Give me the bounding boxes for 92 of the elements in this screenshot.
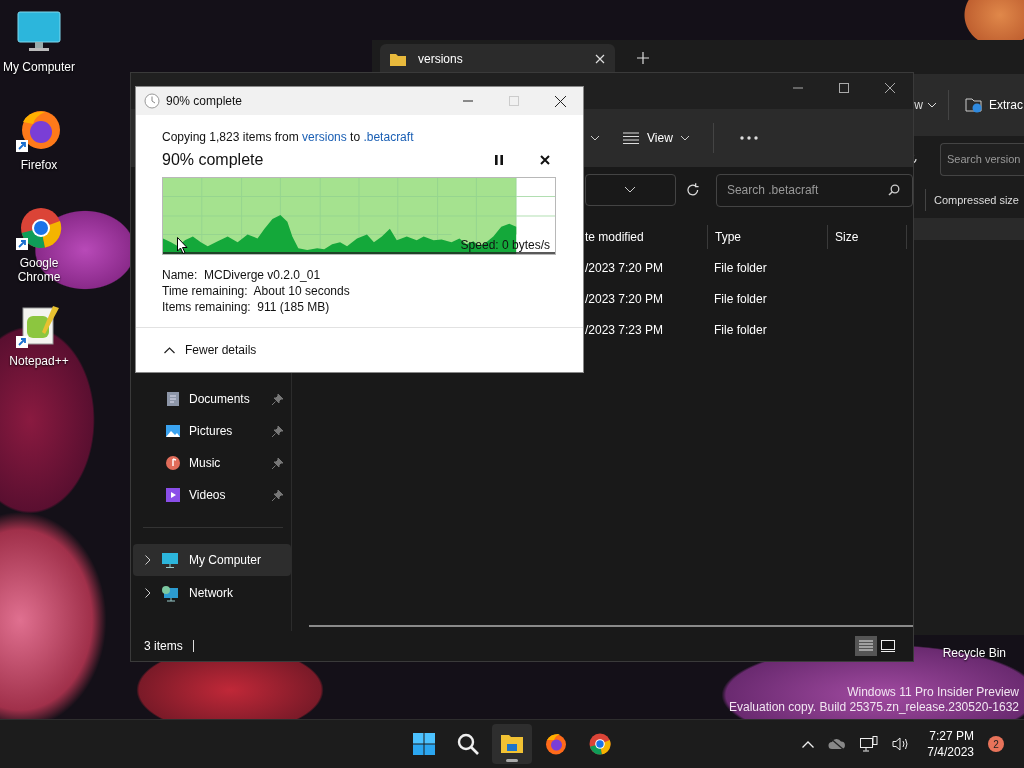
- clock-icon: [144, 93, 160, 109]
- chevron-up-icon[interactable]: [802, 740, 815, 748]
- watermark-text: Windows 11 Pro Insider Preview: [847, 685, 1019, 700]
- desktop-icon-label: My Computer: [3, 60, 75, 74]
- table-cell-text: File folder: [713, 322, 768, 337]
- sidebar-item[interactable]: Music: [133, 447, 291, 479]
- search-field[interactable]: Search version: [940, 142, 1024, 176]
- volume-icon[interactable]: [892, 737, 910, 751]
- video-icon: [165, 487, 181, 503]
- plus-icon[interactable]: [637, 52, 649, 64]
- pin-icon[interactable]: [272, 393, 283, 405]
- watermark-text: Evaluation copy. Build 25375.zn_release.230520-1632: [729, 700, 1019, 715]
- folder-icon: [390, 52, 406, 66]
- window-title: 90% complete: [166, 94, 243, 108]
- table-cell-text: File folder: [713, 291, 768, 306]
- preview-pane-icon: [881, 640, 895, 652]
- view-button[interactable]: View: [619, 127, 693, 149]
- desktop-icon-label: Google Chrome: [16, 256, 62, 284]
- destination-link[interactable]: .betacraft: [363, 130, 414, 144]
- cloud-off-icon[interactable]: [828, 738, 847, 750]
- column-header[interactable]: te modified: [585, 229, 707, 244]
- clock-time[interactable]: 7:27 PM: [929, 728, 974, 744]
- more-icon[interactable]: [739, 136, 758, 140]
- table-cell-text: /2023 7:20 PM: [585, 291, 665, 306]
- maximize-icon: [509, 96, 519, 106]
- pin-icon[interactable]: [272, 425, 283, 437]
- search-icon: [456, 732, 480, 756]
- sidebar-item[interactable]: Pictures: [133, 415, 291, 447]
- column-header[interactable]: Compressed size: [934, 194, 1019, 206]
- document-icon: [165, 391, 181, 407]
- maximize-icon: [839, 83, 849, 93]
- detail-text: Name: MCDiverge v0.2.0_01: [162, 267, 322, 283]
- chevron-right-icon[interactable]: [145, 555, 151, 565]
- network-icon: [161, 584, 179, 602]
- extract-button[interactable]: Extrac: [961, 97, 1024, 113]
- windows-logo-icon: [412, 732, 436, 756]
- status-text: 3 items: [144, 639, 183, 653]
- desktop-icon-label: Recycle Bin: [942, 646, 1006, 660]
- chrome-icon[interactable]: [15, 206, 63, 252]
- notification-badge[interactable]: 2: [988, 736, 1004, 752]
- search-icon: [888, 184, 900, 196]
- chevron-right-icon[interactable]: [145, 588, 151, 598]
- desktop-icon-label: Notepad++: [9, 354, 69, 368]
- sidebar-item[interactable]: Documents: [133, 383, 291, 415]
- detail-text: Items remaining: 911 (185 MB): [162, 299, 331, 315]
- network-icon[interactable]: [860, 736, 879, 752]
- column-header[interactable]: Type: [707, 224, 827, 249]
- close-icon[interactable]: [595, 54, 605, 64]
- search-field[interactable]: Search .betacraft: [715, 173, 913, 207]
- pin-icon[interactable]: [272, 489, 283, 501]
- source-link[interactable]: versions: [302, 130, 347, 144]
- chevron-down-icon: [928, 102, 936, 108]
- progress-heading: 90% complete: [162, 151, 265, 169]
- music-note-icon: [165, 455, 181, 471]
- sidebar-item[interactable]: Network: [133, 577, 291, 609]
- chevron-down-icon: [680, 135, 689, 141]
- folder-icon: [500, 732, 524, 756]
- search-input[interactable]: Search .betacraft: [726, 183, 888, 197]
- firefox-icon[interactable]: [15, 108, 63, 154]
- detail-text: Time remaining: About 10 seconds: [162, 283, 351, 299]
- close-icon: [540, 155, 550, 165]
- monitor-icon: [161, 551, 179, 569]
- pin-icon[interactable]: [272, 457, 283, 469]
- close-icon: [554, 95, 566, 107]
- tab-title: versions: [418, 52, 464, 66]
- file-explorer-button[interactable]: [492, 724, 532, 764]
- sidebar-item[interactable]: My Computer: [133, 544, 291, 576]
- copy-summary: Copying 1,823 items from versions to .betacraft: [162, 129, 415, 145]
- clock-date[interactable]: 7/4/2023: [927, 744, 974, 760]
- column-header[interactable]: Size: [827, 224, 907, 249]
- list-icon: [623, 132, 639, 144]
- refresh-icon[interactable]: [686, 183, 700, 197]
- picture-icon: [165, 423, 181, 439]
- chevron-down-icon[interactable]: [591, 135, 599, 141]
- table-cell-text: File folder: [713, 260, 768, 275]
- table-cell-text: /2023 7:20 PM: [585, 260, 665, 275]
- folder-arrow-icon: [965, 97, 983, 113]
- desktop-icon-label: Firefox: [20, 158, 58, 172]
- scrollbar[interactable]: [309, 625, 913, 627]
- list-icon: [859, 640, 873, 652]
- address-field[interactable]: [585, 174, 677, 206]
- pause-icon: [495, 155, 503, 165]
- toolbar-menu-button[interactable]: w: [914, 98, 936, 112]
- table-cell-text: /2023 7:23 PM: [585, 322, 665, 337]
- caret-icon: [164, 346, 175, 354]
- browser-tab[interactable]: versions: [380, 44, 615, 74]
- sidebar-item[interactable]: Videos: [133, 479, 291, 511]
- firefox-icon: [544, 732, 568, 756]
- chevron-down-icon[interactable]: [625, 187, 636, 193]
- close-icon: [885, 83, 895, 93]
- fewer-details-button[interactable]: Fewer details: [162, 341, 259, 359]
- chrome-icon: [588, 732, 612, 756]
